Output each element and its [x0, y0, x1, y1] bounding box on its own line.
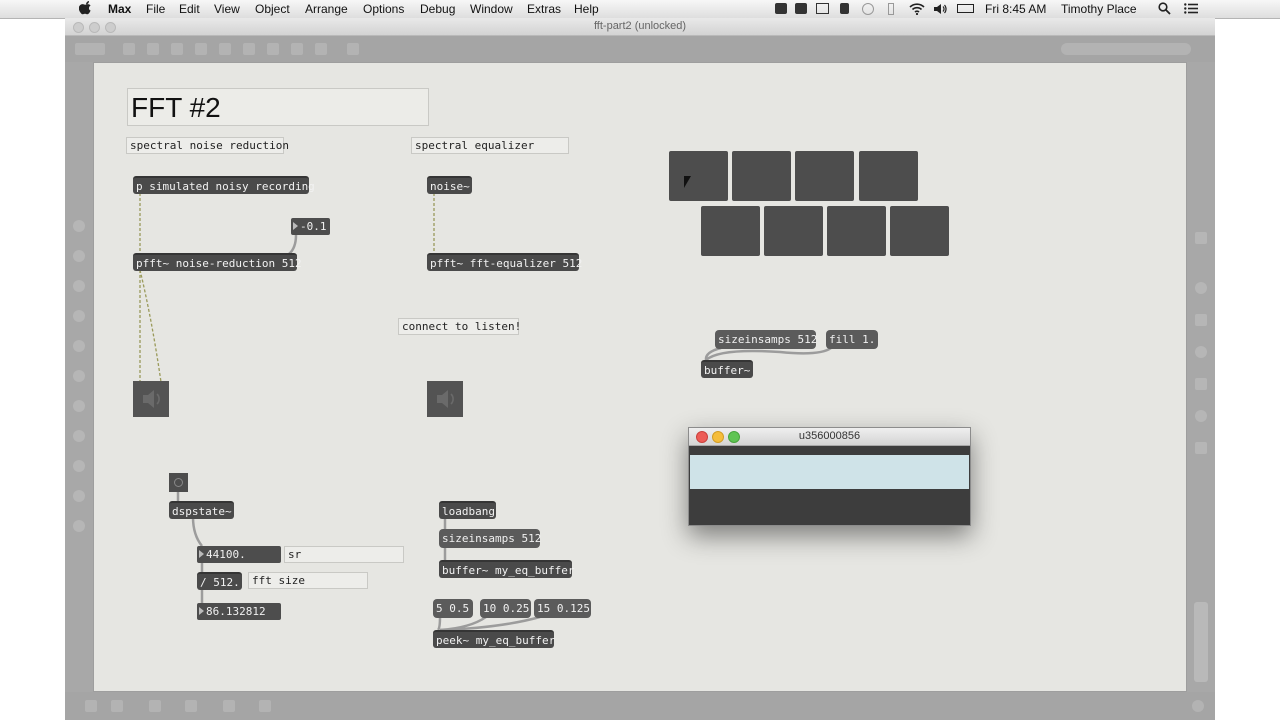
sample-rate-number-box[interactable]: 44100.: [197, 546, 281, 563]
dsp-toggle[interactable]: [169, 473, 188, 492]
message-15-0.125[interactable]: 15 0.125: [534, 599, 591, 618]
ezdac-left[interactable]: [133, 381, 169, 417]
noise-object[interactable]: noise~: [427, 176, 472, 194]
buffer-window-titlebar: u356000856: [689, 428, 970, 446]
dspstate-object[interactable]: dspstate~: [169, 501, 234, 519]
sr-comment[interactable]: sr: [284, 546, 404, 563]
pad-8[interactable]: [890, 206, 949, 256]
spectral-equalizer-comment[interactable]: spectral equalizer: [411, 137, 569, 154]
pad-1[interactable]: [669, 151, 728, 201]
pad-3[interactable]: [795, 151, 854, 201]
fft-size-comment[interactable]: fft size: [248, 572, 368, 589]
signal-cord: [139, 269, 162, 383]
p-simulated-noisy-recording-object[interactable]: p simulated noisy recording: [133, 176, 315, 194]
speaker-icon: [437, 390, 454, 408]
pad-5[interactable]: [701, 206, 760, 256]
spectral-noise-reduction-comment[interactable]: spectral noise reduction: [126, 137, 289, 154]
pad-2[interactable]: [732, 151, 791, 201]
message-5-0.5[interactable]: 5 0.5: [433, 599, 473, 618]
ezdac-right[interactable]: [427, 381, 463, 417]
sizeinsamps-message-top[interactable]: sizeinsamps 512: [715, 330, 817, 349]
pad-4[interactable]: [859, 151, 918, 201]
pad-7[interactable]: [827, 206, 886, 256]
loadbang-object[interactable]: loadbang: [439, 501, 496, 519]
peek-my-eq-buffer-object[interactable]: peek~ my_eq_buffer: [433, 630, 555, 648]
buffer-my-eq-buffer-object[interactable]: buffer~ my_eq_buffer: [439, 560, 574, 578]
control-cord: [288, 234, 298, 255]
divide-object[interactable]: / 512.: [197, 572, 242, 590]
message-10-0.25[interactable]: 10 0.25: [480, 599, 531, 618]
sizeinsamps-message-bottom[interactable]: sizeinsamps 512: [439, 529, 541, 548]
speaker-icon: [143, 390, 160, 408]
bin-frequency-number-box[interactable]: 86.132812: [197, 603, 281, 620]
connect-to-listen-comment[interactable]: connect to listen!: [398, 318, 521, 335]
buffer-window-title: u356000856: [798, 430, 861, 442]
pad-6[interactable]: [764, 206, 823, 256]
control-cord: [191, 516, 203, 547]
patch-title[interactable]: FFT #2: [127, 88, 429, 126]
control-cord: [705, 346, 832, 362]
gain-number-box[interactable]: -0.1: [291, 218, 330, 235]
pfft-noise-reduction-object[interactable]: pfft~ noise-reduction 512: [133, 253, 302, 271]
buffer-window: u356000856: [688, 427, 971, 526]
control-cord: [436, 616, 442, 631]
mouse-cursor-icon: [684, 176, 691, 188]
buffer-object[interactable]: buffer~: [701, 360, 753, 378]
fill-message[interactable]: fill 1.: [826, 330, 878, 349]
buffer-waveform-display[interactable]: [690, 455, 969, 489]
pfft-fft-equalizer-object[interactable]: pfft~ fft-equalizer 512: [427, 253, 582, 271]
